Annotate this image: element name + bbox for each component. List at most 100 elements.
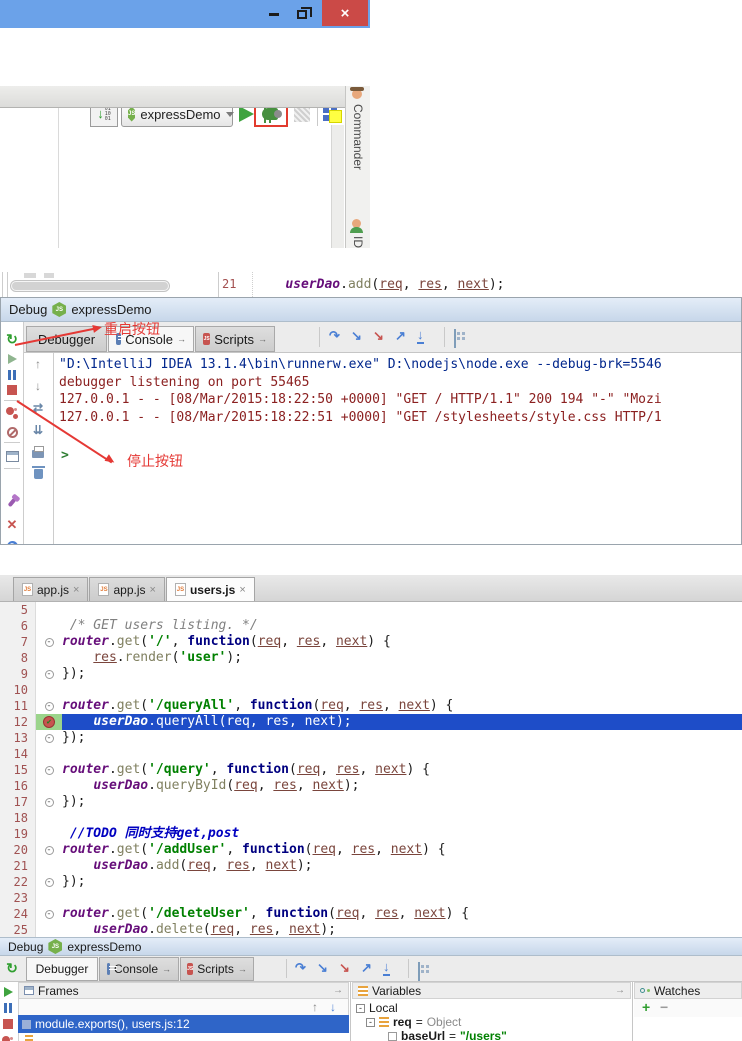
gutter-cell[interactable]: [36, 618, 62, 634]
fold-marker-icon[interactable]: -: [44, 909, 54, 919]
code-text[interactable]: userDao.queryAll(req, res, next);: [62, 714, 742, 730]
breakpoint-icon[interactable]: ✔: [43, 716, 55, 728]
code-text[interactable]: [62, 810, 742, 826]
line-number[interactable]: 10: [0, 682, 36, 698]
coverage-button[interactable]: [294, 107, 310, 122]
stop-button[interactable]: [0, 1016, 16, 1032]
panel-options-arrow-icon[interactable]: →: [333, 985, 343, 996]
line-number[interactable]: 20: [0, 842, 36, 858]
clear-console-icon[interactable]: [30, 466, 46, 482]
code-text[interactable]: });: [62, 730, 742, 746]
add-watch-button[interactable]: +: [642, 999, 650, 1015]
fold-marker-icon[interactable]: -: [44, 733, 54, 743]
code-text[interactable]: userDao.add(req, res, next);: [62, 858, 742, 874]
stop-button[interactable]: [4, 382, 20, 398]
force-step-into-icon[interactable]: ↘: [339, 960, 350, 976]
minimize-button[interactable]: [262, 4, 286, 24]
line-number[interactable]: 15: [0, 762, 36, 778]
scroll-to-end-icon[interactable]: ⇊: [30, 422, 46, 438]
restore-layout-icon[interactable]: [4, 448, 20, 464]
panel-splitter[interactable]: [350, 982, 351, 1041]
gutter-cell[interactable]: [36, 922, 62, 938]
gutter-cell[interactable]: [36, 650, 62, 666]
fold-marker-icon[interactable]: -: [44, 765, 54, 775]
code-text[interactable]: router.get('/addUser', function(req, res…: [62, 842, 742, 858]
scroll-down-icon[interactable]: ↓: [30, 378, 46, 394]
gutter-cell[interactable]: [36, 826, 62, 842]
fold-marker-icon[interactable]: -: [44, 701, 54, 711]
help-icon[interactable]: ?: [4, 538, 20, 544]
code-text[interactable]: });: [62, 794, 742, 810]
code-text[interactable]: router.get('/', function(req, res, next)…: [62, 634, 742, 650]
close-button[interactable]: ×: [322, 0, 368, 26]
resume-button[interactable]: [4, 351, 20, 367]
gutter-cell[interactable]: -: [36, 874, 62, 890]
variables-node-baseurl[interactable]: baseUrl = "/users": [388, 1029, 507, 1041]
gutter-cell[interactable]: -: [36, 666, 62, 682]
line-number[interactable]: 17: [0, 794, 36, 810]
line-number[interactable]: 7: [0, 634, 36, 650]
editor-tab-usersjs[interactable]: JS users.js ×: [165, 577, 255, 601]
line-number[interactable]: 19: [0, 826, 36, 842]
selected-stack-frame[interactable]: module.exports(), users.js:12: [18, 1015, 349, 1033]
force-step-into-icon[interactable]: ↘: [373, 328, 384, 344]
code-text[interactable]: [62, 682, 742, 698]
run-to-cursor-icon[interactable]: ↓: [383, 959, 390, 976]
line-number[interactable]: 21: [222, 277, 236, 291]
gutter-cell[interactable]: [36, 682, 62, 698]
gutter-cell[interactable]: -: [36, 762, 62, 778]
line-number[interactable]: 9: [0, 666, 36, 682]
run-to-cursor-icon[interactable]: ↓: [417, 327, 424, 344]
tool-window-tab-id[interactable]: ID: [351, 236, 365, 248]
tab-scripts[interactable]: JS Scripts →: [195, 326, 275, 352]
panel-options-arrow-icon[interactable]: →: [615, 985, 625, 996]
code-text[interactable]: userDao.queryById(req, res, next);: [62, 778, 742, 794]
line-number[interactable]: 6: [0, 618, 36, 634]
gutter-cell[interactable]: [36, 778, 62, 794]
line-number[interactable]: 16: [0, 778, 36, 794]
gutter-cell[interactable]: [36, 746, 62, 762]
variables-node-req[interactable]: - req = Object: [366, 1015, 461, 1029]
editor-tab-appjs-1[interactable]: JS app.js ×: [13, 577, 89, 601]
code-text[interactable]: [62, 890, 742, 906]
tab-scripts[interactable]: JS Scripts →: [180, 957, 254, 981]
line-number[interactable]: 22: [0, 874, 36, 890]
view-breakpoints-icon[interactable]: [4, 405, 20, 421]
collapse-icon[interactable]: -: [356, 1003, 365, 1013]
remove-watch-button[interactable]: −: [660, 999, 668, 1015]
code-text[interactable]: router.get('/queryAll', function(req, re…: [62, 698, 742, 714]
horizontal-scrollbar[interactable]: [10, 280, 170, 292]
evaluate-expression-icon[interactable]: [454, 329, 456, 348]
line-number[interactable]: 25: [0, 922, 36, 938]
code-text[interactable]: });: [62, 874, 742, 890]
gutter-cell[interactable]: -: [36, 634, 62, 650]
line-number[interactable]: 14: [0, 746, 36, 762]
close-tab-icon[interactable]: ×: [150, 584, 156, 596]
tab-console[interactable]: Console →: [99, 957, 179, 981]
code-text[interactable]: userDao.delete(req, res, next);: [62, 922, 742, 938]
pin-tab-icon[interactable]: [4, 494, 20, 510]
code-text[interactable]: router.get('/deleteUser', function(req, …: [62, 906, 742, 922]
close-tab-icon[interactable]: ×: [239, 584, 245, 596]
view-breakpoints-icon[interactable]: [0, 1034, 16, 1041]
collapse-icon[interactable]: -: [366, 1017, 375, 1027]
code-text[interactable]: [62, 602, 742, 618]
tab-debugger[interactable]: Debugger: [26, 957, 98, 981]
fold-marker-icon[interactable]: -: [44, 637, 54, 647]
step-into-icon[interactable]: ↘: [317, 960, 328, 976]
code-text[interactable]: [62, 746, 742, 762]
step-over-icon[interactable]: ↷: [329, 328, 340, 344]
gutter-cell[interactable]: -: [36, 794, 62, 810]
editor-splitter[interactable]: [58, 108, 59, 248]
variables-node-local[interactable]: - Local: [356, 1001, 398, 1015]
line-number[interactable]: 18: [0, 810, 36, 826]
code-text[interactable]: });: [62, 666, 742, 682]
close-tab-icon[interactable]: ×: [73, 584, 79, 596]
line-number[interactable]: 12: [0, 714, 36, 730]
line-number[interactable]: 24: [0, 906, 36, 922]
gutter-cell[interactable]: [36, 602, 62, 618]
tool-window-tab-commander[interactable]: Commander: [351, 104, 365, 170]
fold-marker-icon[interactable]: -: [44, 845, 54, 855]
fold-marker-icon[interactable]: -: [44, 669, 54, 679]
mute-breakpoints-icon[interactable]: [4, 424, 20, 440]
